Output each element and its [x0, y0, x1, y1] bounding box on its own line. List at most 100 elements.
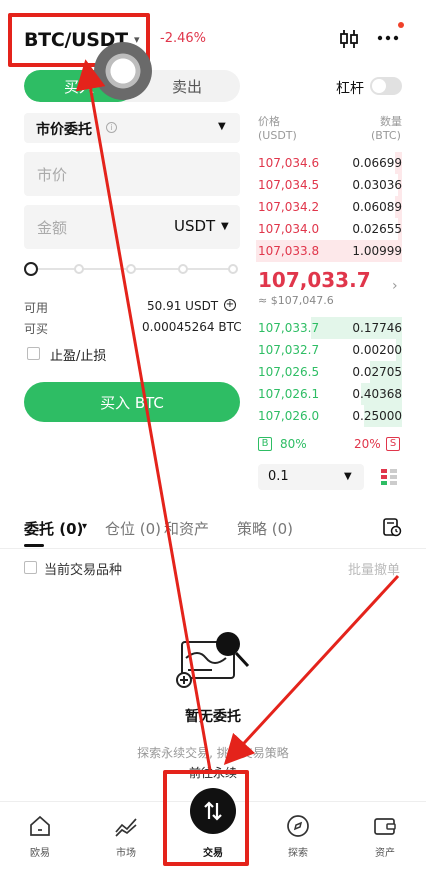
slider-step[interactable] — [228, 264, 238, 274]
ask-row[interactable]: 107,034.6 0.06699 — [256, 152, 402, 174]
sell-badge: S — [386, 437, 400, 451]
caret-down-icon: ▼ — [344, 471, 352, 482]
depth-value: 0.1 — [268, 469, 289, 484]
tpsl-checkbox[interactable] — [27, 347, 40, 360]
order-type-label: 市价委托 — [36, 122, 92, 138]
bid-row[interactable]: 107,032.7 0.00200 — [256, 339, 402, 361]
buy-ratio: 80% — [280, 437, 307, 451]
row-price: 107,034.5 — [258, 178, 320, 192]
row-qty: 0.25000 — [352, 409, 402, 423]
switch-knob — [372, 79, 386, 93]
leverage-label: 杠杆 — [336, 81, 364, 97]
row-qty: 0.17746 — [352, 321, 402, 335]
amount-slider-track[interactable] — [36, 268, 236, 270]
sell-ratio: 20% — [354, 437, 381, 451]
bid-row[interactable]: 107,033.7 0.17746 — [256, 317, 402, 339]
chart-icon — [115, 818, 137, 837]
nav-label: 探索 — [288, 848, 308, 859]
compass-icon — [287, 815, 309, 837]
ask-row[interactable]: 107,034.2 0.06089 — [256, 196, 402, 218]
nav-label: 资产 — [375, 848, 395, 859]
tab-strategy[interactable]: 策略 (0) — [237, 518, 293, 539]
amount-field[interactable]: 金额 USDT ▼ — [24, 205, 240, 249]
bid-row[interactable]: 107,026.5 0.02705 — [256, 361, 402, 383]
candlestick-icon[interactable] — [338, 28, 360, 50]
current-pair-checkbox[interactable] — [24, 561, 37, 574]
leverage-switch[interactable] — [370, 77, 402, 95]
last-price: 107,033.7 — [258, 268, 371, 292]
last-price-usd: ≈ $107,047.6 — [258, 294, 334, 307]
slider-step[interactable] — [126, 264, 136, 274]
row-price: 107,033.8 — [258, 244, 320, 258]
buyable-value: 0.00045264 BTC — [142, 320, 242, 334]
current-pair-label[interactable]: 当前交易品种 — [44, 559, 122, 578]
row-qty: 0.00200 — [352, 343, 402, 357]
nav-explore[interactable]: 探索 — [268, 802, 328, 872]
order-type-select[interactable]: 市价委托 i ▼ — [24, 113, 240, 143]
row-price: 107,026.0 — [258, 409, 320, 423]
orders-tabs: 委托 (0) ▾ 仓位 (0) 和资产 策略 (0) — [0, 508, 426, 548]
nav-label: 市场 — [116, 848, 136, 859]
amount-unit-select[interactable]: USDT — [174, 217, 215, 235]
buy-btc-button[interactable]: 买入 BTC — [24, 382, 240, 422]
add-funds-icon[interactable]: + — [224, 299, 236, 311]
batch-cancel-button[interactable]: 批量撤单 — [348, 559, 400, 578]
price-change: -2.46% — [160, 31, 206, 46]
row-price: 107,026.5 — [258, 365, 320, 379]
tab-assets[interactable]: 和资产 — [164, 518, 209, 539]
ask-row[interactable]: 107,034.0 0.02655 — [256, 218, 402, 240]
tab-positions[interactable]: 仓位 (0) — [105, 518, 161, 539]
empty-description: 探索永续交易, 挑战交易策略 — [137, 746, 289, 760]
row-qty: 0.03036 — [352, 178, 402, 192]
price-unit: (USDT) — [258, 129, 297, 142]
nav-assets[interactable]: 资产 — [355, 802, 415, 872]
caret-down-icon: ▼ — [221, 221, 229, 232]
info-icon[interactable]: i — [106, 122, 117, 133]
chevron-right-icon[interactable]: › — [392, 278, 398, 294]
depth-select[interactable]: 0.1 ▼ — [258, 464, 364, 490]
touch-cursor — [94, 42, 152, 100]
qty-unit: (BTC) — [371, 129, 401, 142]
bid-row[interactable]: 107,026.0 0.25000 — [256, 405, 402, 427]
wallet-icon — [374, 818, 396, 835]
available-value: 50.91 USDT — [147, 299, 219, 313]
order-history-icon[interactable] — [382, 517, 402, 537]
row-price: 107,034.0 — [258, 222, 320, 236]
row-qty: 0.06699 — [352, 156, 402, 170]
available-label: 可用 — [24, 301, 49, 315]
amount-placeholder: 金额 — [37, 219, 68, 237]
notification-dot — [398, 22, 404, 28]
home-icon — [30, 815, 50, 836]
price-header: 价格 — [258, 115, 280, 128]
empty-orders-icon — [176, 632, 250, 688]
nav-label: 欧易 — [30, 848, 50, 859]
qty-header: 数量 — [380, 115, 402, 128]
row-price: 107,034.2 — [258, 200, 320, 214]
row-price: 107,033.7 — [258, 321, 320, 335]
orderbook-layout-icon[interactable] — [380, 468, 398, 486]
more-icon[interactable] — [376, 26, 400, 50]
nav-market[interactable]: 市场 — [96, 802, 156, 872]
caret-down-icon[interactable]: ▾ — [82, 521, 87, 532]
slider-handle[interactable] — [24, 262, 38, 276]
tpsl-label[interactable]: 止盈/止损 — [50, 345, 106, 364]
tab-underline — [24, 544, 44, 547]
ask-row[interactable]: 107,034.5 0.03036 — [256, 174, 402, 196]
row-qty: 0.02705 — [352, 365, 402, 379]
bid-row[interactable]: 107,026.1 0.40368 — [256, 383, 402, 405]
price-field[interactable]: 市价 — [24, 152, 240, 196]
row-price: 107,034.6 — [258, 156, 320, 170]
empty-title: 暂无委托 — [185, 709, 241, 725]
buyable-label: 可买 — [24, 322, 49, 336]
nav-home[interactable]: 欧易 — [10, 802, 70, 872]
ask-row[interactable]: 107,033.8 1.00999 — [256, 240, 402, 262]
divider — [0, 548, 426, 549]
slider-step[interactable] — [178, 264, 188, 274]
highlight-trade-box — [163, 770, 249, 866]
row-price: 107,026.1 — [258, 387, 320, 401]
row-qty: 0.40368 — [352, 387, 402, 401]
tab-open-orders[interactable]: 委托 (0) — [24, 518, 83, 539]
caret-down-icon: ▼ — [218, 121, 226, 132]
price-placeholder: 市价 — [37, 166, 68, 184]
slider-step[interactable] — [74, 264, 84, 274]
